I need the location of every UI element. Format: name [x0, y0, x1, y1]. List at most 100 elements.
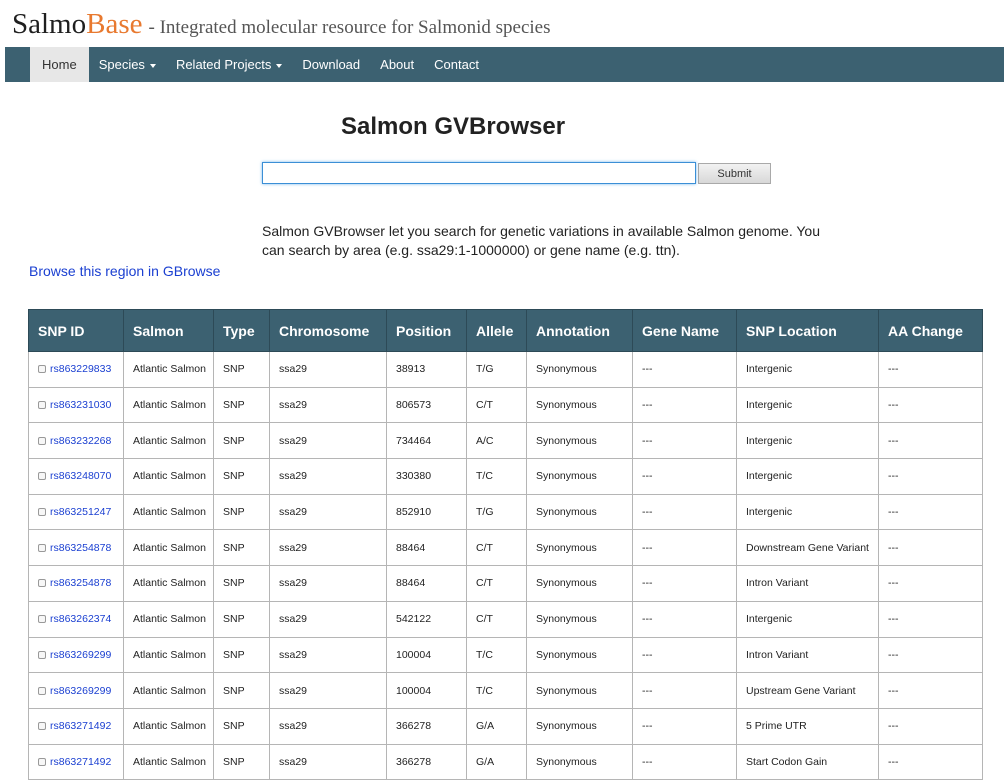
cell-salmon: Atlantic Salmon [123, 493, 214, 531]
nav-item-species[interactable]: Species [89, 47, 166, 82]
cell-snp-id: rs863254878 [28, 565, 124, 602]
cell-snp-id: rs863254878 [28, 529, 124, 567]
row-checkbox[interactable] [38, 650, 46, 659]
cell-gene-name: --- [632, 636, 737, 674]
nav-item-download[interactable]: Download [292, 47, 370, 82]
column-header[interactable]: SNP ID [28, 309, 124, 352]
nav-item-label: Species [98, 57, 145, 72]
page-title: Salmon GVBrowser [340, 113, 566, 140]
row-checkbox[interactable] [38, 543, 46, 552]
cell-gene-name: --- [632, 493, 737, 531]
gbrowse-link[interactable]: Browse this region in GBrowse [29, 263, 220, 279]
nav-item-label: Related Projects [175, 57, 272, 72]
cell-snp-id: rs863269299 [28, 672, 124, 709]
cell-type: SNP [213, 351, 270, 388]
column-header[interactable]: Salmon [123, 309, 214, 352]
cell-snp-id: rs863269299 [28, 636, 124, 674]
row-checkbox[interactable] [38, 508, 46, 517]
cell-snp-location: Intergenic [736, 386, 879, 424]
row-checkbox[interactable] [38, 436, 46, 445]
table-row: rs863232268 Atlantic Salmon SNP ssa29 734464… [28, 422, 983, 460]
row-checkbox[interactable] [38, 579, 46, 588]
column-header[interactable]: Annotation [526, 309, 633, 352]
cell-aa-change: --- [878, 743, 983, 781]
cell-type: SNP [213, 600, 270, 638]
cell-type: SNP [213, 458, 270, 495]
cell-aa-change: --- [878, 422, 983, 460]
cell-aa-change: --- [878, 386, 983, 424]
nav-item-contact[interactable]: Contact [424, 47, 489, 82]
cell-allele: A/C [466, 422, 527, 460]
table-row: rs863254878 Atlantic Salmon SNP ssa29 88464 C… [28, 529, 983, 567]
column-header[interactable]: Gene Name [632, 309, 737, 352]
cell-snp-id: rs863248070 [28, 458, 124, 495]
snp-id-link[interactable]: rs863232268 [50, 435, 111, 447]
cell-chromosome: ssa29 [269, 386, 387, 424]
cell-type: SNP [213, 743, 270, 781]
table-row: rs863271492 Atlantic Salmon SNP ssa29 366278… [28, 743, 983, 781]
column-header[interactable]: AA Change [878, 309, 983, 352]
cell-aa-change: --- [878, 351, 983, 388]
cell-annotation: Synonymous [526, 422, 633, 460]
snp-id-link[interactable]: rs863251247 [50, 506, 111, 518]
snp-id-link[interactable]: rs863248070 [50, 470, 111, 482]
row-checkbox[interactable] [38, 686, 46, 695]
snp-id-link[interactable]: rs863269299 [50, 649, 111, 661]
table-row: rs863269299 Atlantic Salmon SNP ssa29 100004… [28, 672, 983, 709]
cell-chromosome: ssa29 [269, 565, 387, 602]
cell-aa-change: --- [878, 529, 983, 567]
snp-id-link[interactable]: rs863271492 [50, 720, 111, 732]
cell-allele: T/C [466, 636, 527, 674]
column-header[interactable]: Position [386, 309, 467, 352]
snp-id-link[interactable]: rs863254878 [50, 577, 111, 589]
nav-item-home[interactable]: Home [30, 47, 89, 82]
cell-snp-id: rs863251247 [28, 493, 124, 531]
cell-snp-location: Upstream Gene Variant [736, 672, 879, 709]
cell-snp-id: rs863262374 [28, 600, 124, 638]
brand-tagline: - Integrated molecular resource for Salm… [148, 17, 551, 38]
site-logo[interactable]: SalmoBase - Integrated molecular resource… [12, 8, 551, 41]
table-row: rs863271492 Atlantic Salmon SNP ssa29 366278… [28, 707, 983, 745]
nav-item-related-projects[interactable]: Related Projects [166, 47, 292, 82]
snp-id-link[interactable]: rs863271492 [50, 756, 111, 768]
snp-id-link[interactable]: rs863269299 [50, 685, 111, 697]
cell-annotation: Synonymous [526, 458, 633, 495]
cell-type: SNP [213, 672, 270, 709]
cell-allele: T/C [466, 458, 527, 495]
search-input[interactable] [262, 162, 696, 184]
cell-chromosome: ssa29 [269, 672, 387, 709]
cell-allele: T/G [466, 493, 527, 531]
row-checkbox[interactable] [38, 472, 46, 481]
row-checkbox[interactable] [38, 365, 46, 374]
snp-id-link[interactable]: rs863229833 [50, 363, 111, 375]
cell-snp-location: Downstream Gene Variant [736, 529, 879, 567]
table-row: rs863254878 Atlantic Salmon SNP ssa29 88464 C… [28, 565, 983, 602]
column-header[interactable]: Chromosome [269, 309, 387, 352]
cell-annotation: Synonymous [526, 636, 633, 674]
snp-id-link[interactable]: rs863254878 [50, 542, 111, 554]
submit-button[interactable]: Submit [698, 163, 771, 184]
cell-position: 734464 [386, 422, 467, 460]
cell-position: 88464 [386, 529, 467, 567]
cell-snp-id: rs863229833 [28, 351, 124, 388]
cell-position: 806573 [386, 386, 467, 424]
snp-id-link[interactable]: rs863231030 [50, 399, 111, 411]
table-row: rs863251247 Atlantic Salmon SNP ssa29 852910… [28, 493, 983, 531]
cell-allele: G/A [466, 743, 527, 781]
cell-snp-location: Intergenic [736, 600, 879, 638]
row-checkbox[interactable] [38, 722, 46, 731]
column-header[interactable]: Allele [466, 309, 527, 352]
nav-item-about[interactable]: About [370, 47, 424, 82]
column-header[interactable]: Type [213, 309, 270, 352]
snp-id-link[interactable]: rs863262374 [50, 613, 111, 625]
cell-snp-id: rs863271492 [28, 743, 124, 781]
row-checkbox[interactable] [38, 401, 46, 410]
row-checkbox[interactable] [38, 615, 46, 624]
cell-chromosome: ssa29 [269, 458, 387, 495]
cell-gene-name: --- [632, 529, 737, 567]
row-checkbox[interactable] [38, 757, 46, 766]
nav-item-label: Home [42, 57, 77, 72]
cell-position: 100004 [386, 636, 467, 674]
column-header[interactable]: SNP Location [736, 309, 879, 352]
cell-type: SNP [213, 636, 270, 674]
